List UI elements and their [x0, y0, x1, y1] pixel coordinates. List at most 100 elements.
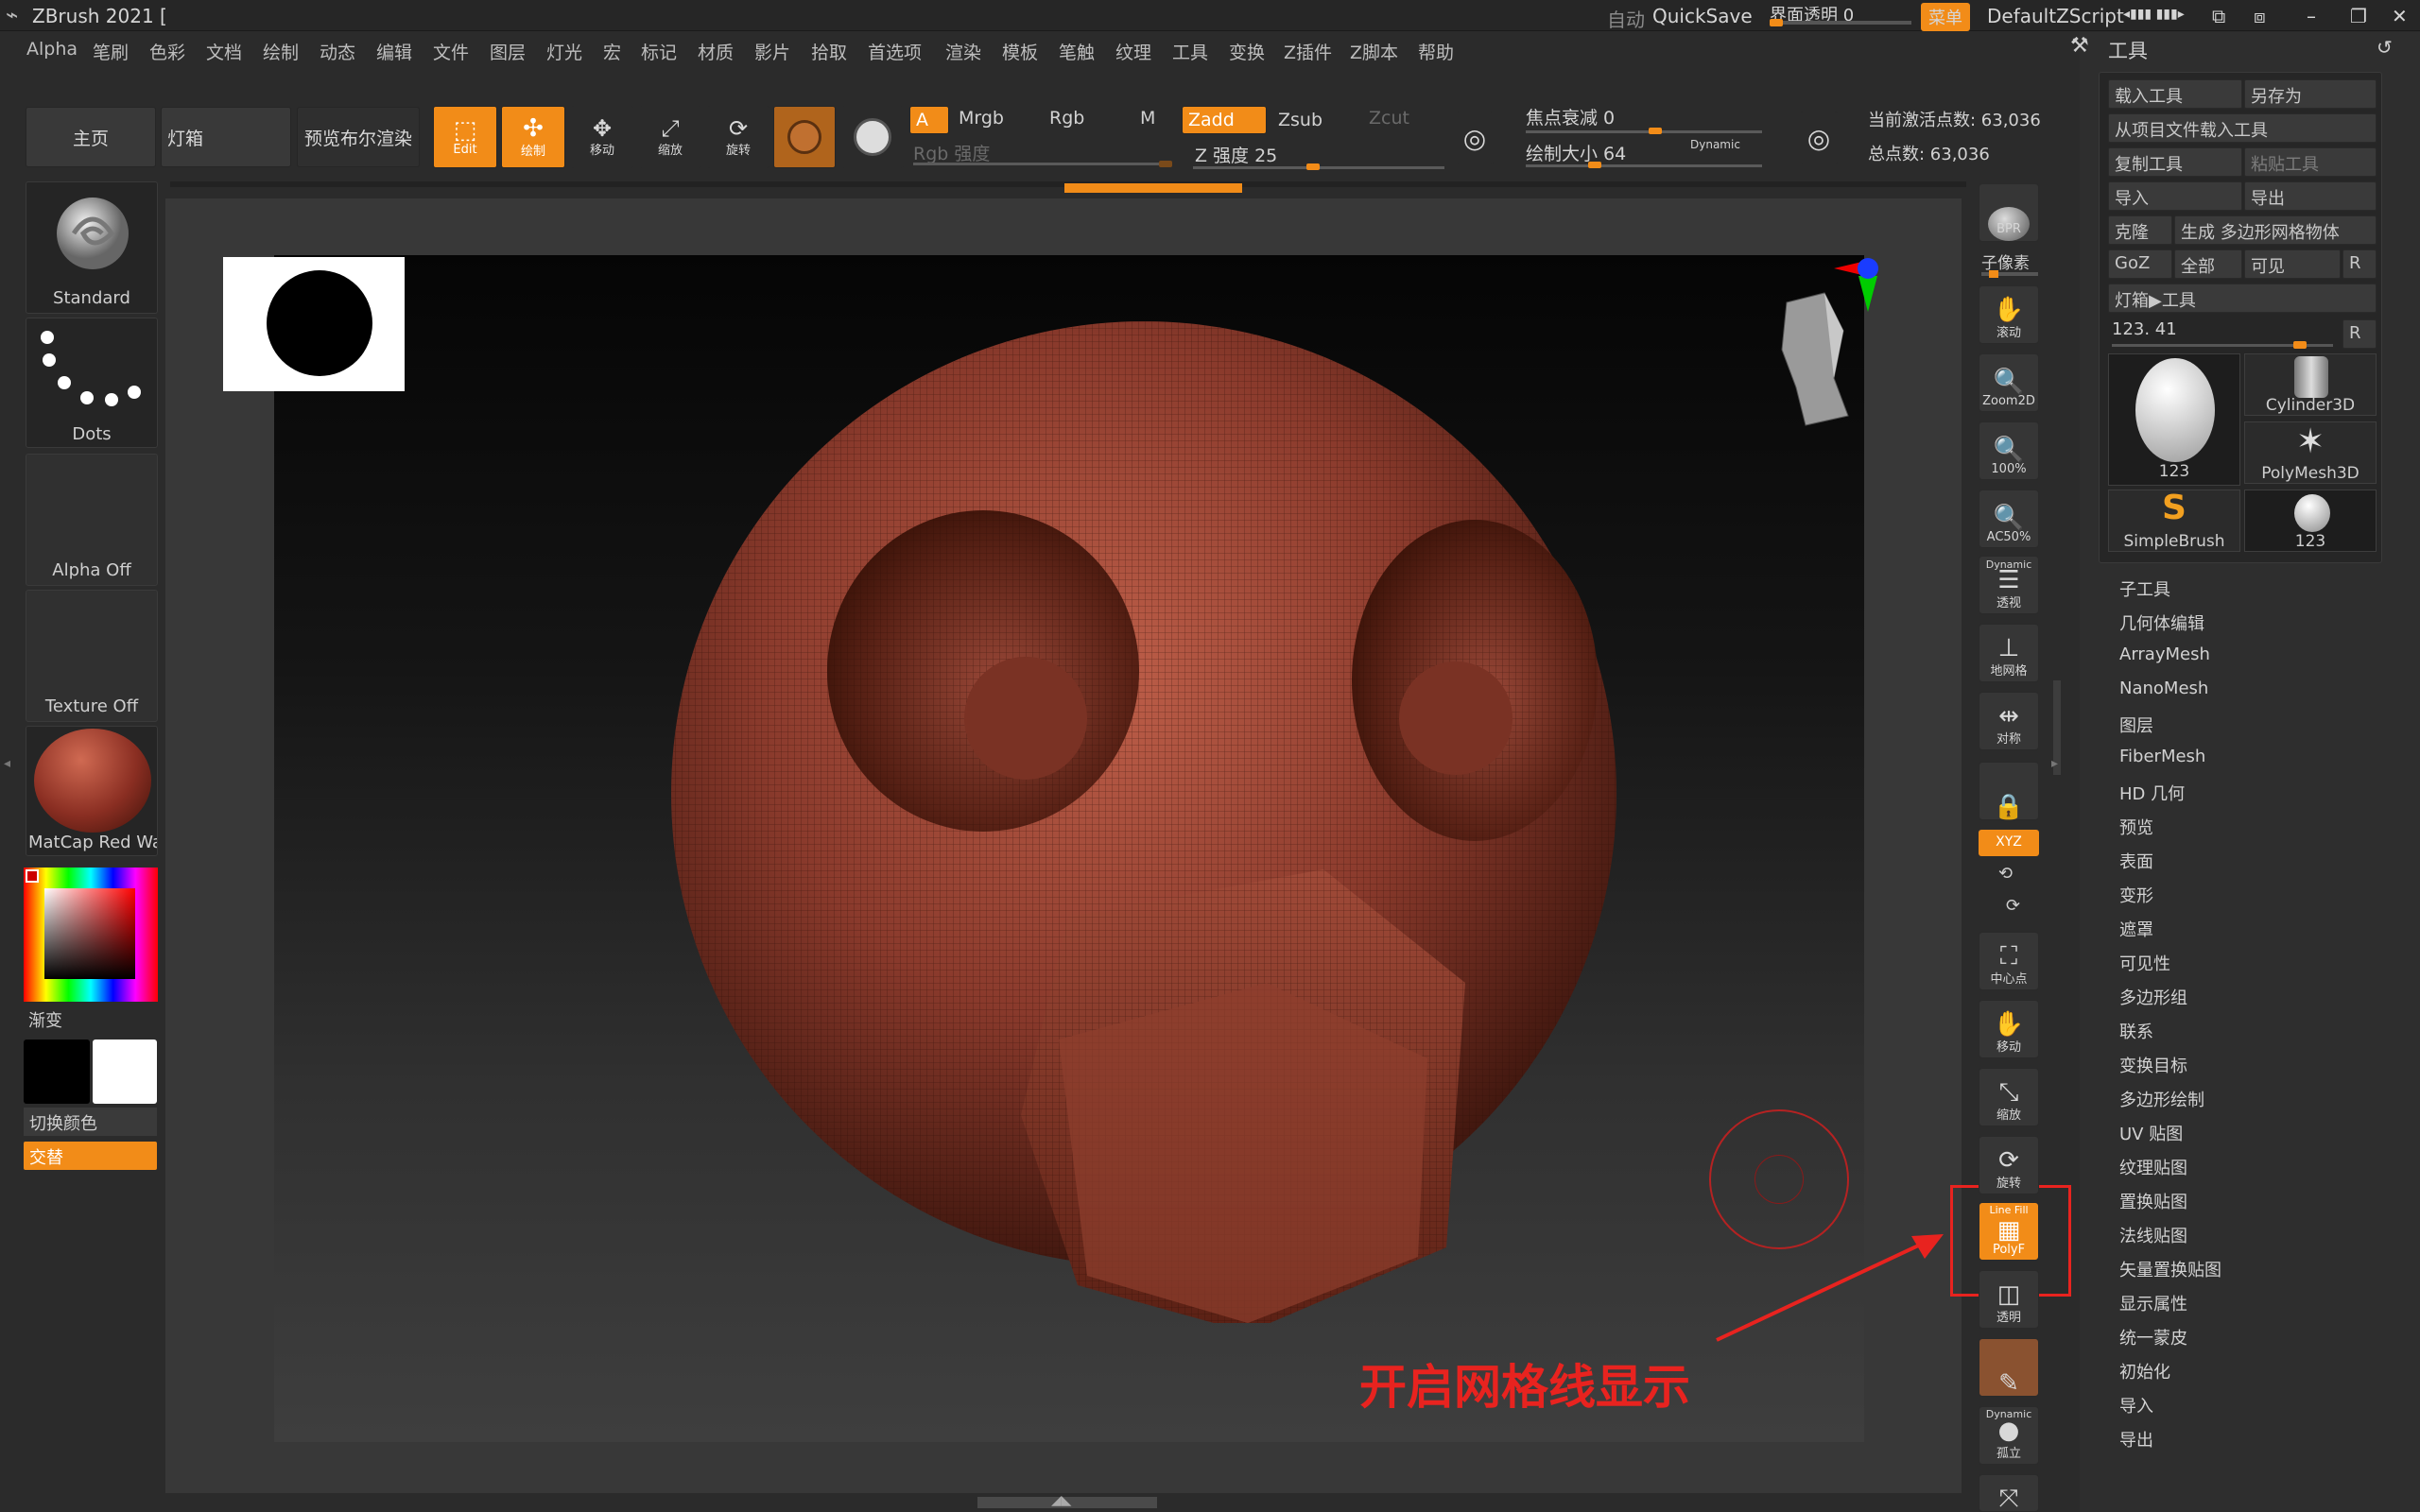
paste-tool-button[interactable]: 粘贴工具: [2244, 147, 2377, 177]
menu-item[interactable]: 纹理: [1115, 39, 1151, 64]
transparency-button[interactable]: ◫ 透明: [1979, 1270, 2039, 1329]
texture-sphere-button[interactable]: [841, 106, 904, 168]
ac50-button[interactable]: 🔍 AC50%: [1979, 490, 2039, 548]
texture-selector[interactable]: Texture Off: [26, 590, 158, 722]
menu-item[interactable]: Alpha: [26, 39, 78, 60]
menu-item[interactable]: 变换: [1229, 39, 1265, 64]
section-polypaint[interactable]: 多边形绘制: [2119, 1087, 2204, 1111]
rotate-mode-button[interactable]: ⟳ 旋转: [707, 106, 769, 168]
menu-item[interactable]: 色彩: [149, 39, 185, 64]
scale-mode-button[interactable]: ⤢ 缩放: [639, 106, 701, 168]
bpr-preview-button[interactable]: 预览布尔渲染: [297, 107, 420, 167]
section-subtool[interactable]: 子工具: [2119, 576, 2170, 601]
draw-size-slider[interactable]: [1526, 164, 1762, 167]
main-color-swatch[interactable]: [24, 1040, 90, 1104]
brush-selector[interactable]: Standard: [26, 181, 158, 314]
dynamic-size-button[interactable]: Dynamic: [1690, 138, 1740, 151]
z-intensity-knob[interactable]: [1306, 163, 1320, 170]
canvas-scroll-arrows-icon[interactable]: ◢◣: [1051, 1493, 1072, 1508]
section-preview[interactable]: 预览: [2119, 815, 2153, 839]
import-button[interactable]: 导入: [2108, 181, 2242, 211]
focal-shift-knob[interactable]: [1649, 128, 1662, 134]
lock-camera-button[interactable]: 🔒: [1979, 762, 2039, 820]
move-view-button[interactable]: ✋ 移动: [1979, 1000, 2039, 1058]
menu-item[interactable]: 影片: [754, 39, 790, 64]
alpha-selector[interactable]: Alpha Off: [26, 454, 158, 586]
section-initialize[interactable]: 初始化: [2119, 1359, 2170, 1383]
draw-size-knob[interactable]: [1588, 162, 1601, 168]
switch-color-button[interactable]: 切换颜色: [24, 1108, 157, 1136]
tool-slider-knob[interactable]: [2293, 341, 2307, 349]
tool-thumb-123[interactable]: 123: [2244, 490, 2377, 552]
tool-thumb-cylinder[interactable]: Cylinder3D: [2244, 353, 2377, 416]
reset-palette-icon[interactable]: ↺: [2377, 36, 2393, 59]
subpixel-knob[interactable]: [1989, 270, 1998, 278]
menu-item[interactable]: 材质: [698, 39, 734, 64]
menu-item[interactable]: 模板: [1002, 39, 1038, 64]
axis-gizmo-icon[interactable]: [1834, 253, 1910, 338]
mrgb-button[interactable]: Mrgb: [959, 108, 1004, 129]
section-export[interactable]: 导出: [2119, 1427, 2153, 1452]
goz-visible-button[interactable]: 可见: [2244, 249, 2341, 279]
section-hd-geometry[interactable]: HD 几何: [2119, 781, 2185, 805]
zadd-button[interactable]: Zadd: [1182, 106, 1267, 134]
lightbox-tools-button[interactable]: 灯箱▶工具: [2108, 284, 2377, 313]
section-morph-target[interactable]: 变换目标: [2119, 1053, 2187, 1077]
section-displacement-map[interactable]: 置换贴图: [2119, 1189, 2187, 1213]
export-button[interactable]: 导出: [2244, 181, 2377, 211]
tool-r-button[interactable]: R: [2342, 319, 2377, 349]
section-polygroups[interactable]: 多边形组: [2119, 985, 2187, 1009]
3d-mesh-model[interactable]: [662, 321, 1645, 1323]
minimize-icon[interactable]: –: [2307, 5, 2316, 27]
symmetry-button[interactable]: ⇹ 对称: [1979, 692, 2039, 750]
material-sphere-button[interactable]: [773, 106, 836, 168]
frame-button[interactable]: ⛶ 中心点: [1979, 932, 2039, 990]
goz-all-button[interactable]: 全部: [2174, 249, 2242, 279]
menu-button[interactable]: 菜单: [1921, 3, 1970, 31]
menu-item[interactable]: 动态: [320, 39, 355, 64]
section-import[interactable]: 导入: [2119, 1393, 2153, 1418]
scale-view-button[interactable]: ⤡ 缩放: [1979, 1068, 2039, 1126]
section-surface[interactable]: 表面: [2119, 849, 2153, 873]
menu-item[interactable]: 拾取: [811, 39, 847, 64]
section-geometry[interactable]: 几何体编辑: [2119, 610, 2204, 635]
tool-thumb-current[interactable]: 123: [2108, 353, 2240, 486]
menu-item[interactable]: 文件: [433, 39, 469, 64]
shelf-scroll-indicator[interactable]: [1064, 183, 1242, 193]
menu-item[interactable]: 编辑: [376, 39, 412, 64]
save-as-button[interactable]: 另存为: [2244, 79, 2377, 109]
menu-item[interactable]: 文档: [206, 39, 242, 64]
section-arraymesh[interactable]: ArrayMesh: [2119, 644, 2210, 664]
color-picker[interactable]: [24, 868, 158, 1002]
layout-toggle-icon[interactable]: ◂▮▮▮ ▮▮▮▸: [2123, 7, 2185, 22]
ghost-button[interactable]: ✎: [1979, 1338, 2039, 1397]
scroll-button[interactable]: ✋ 滚动: [1979, 285, 2039, 344]
lightbox-button[interactable]: 灯箱: [161, 107, 291, 167]
section-uv-map[interactable]: UV 贴图: [2119, 1121, 2183, 1145]
xyz-rotation-button[interactable]: XYZ: [1979, 830, 2039, 856]
menu-item[interactable]: 宏: [603, 39, 621, 64]
close-icon[interactable]: ✕: [2392, 5, 2408, 27]
section-masking[interactable]: 遮罩: [2119, 917, 2153, 941]
alternate-button[interactable]: 交替: [24, 1142, 157, 1170]
menu-item[interactable]: 笔触: [1059, 39, 1095, 64]
tool-thumb-polymesh[interactable]: ✶ PolyMesh3D: [2244, 421, 2377, 484]
menu-item[interactable]: 绘制: [263, 39, 299, 64]
interface-opacity-knob[interactable]: [1770, 19, 1783, 26]
section-unified-skin[interactable]: 统一蒙皮: [2119, 1325, 2187, 1349]
rgb-intensity-slider[interactable]: [913, 163, 1172, 165]
restore-icon[interactable]: ❐: [2350, 5, 2367, 27]
layout-icon-2[interactable]: ⧈: [2254, 5, 2266, 27]
dynamic-mode-icon[interactable]: ◎: [1800, 112, 1838, 164]
menu-item[interactable]: 笔刷: [93, 39, 129, 64]
menu-item[interactable]: 标记: [641, 39, 677, 64]
left-tray-collapse-icon[interactable]: ◂: [4, 756, 10, 771]
section-fibermesh[interactable]: FiberMesh: [2119, 747, 2205, 766]
section-vector-displacement-map[interactable]: 矢量置换贴图: [2119, 1257, 2221, 1281]
rotate-z-icon[interactable]: ⟳: [2006, 896, 2020, 916]
zoom2d-button[interactable]: 🔍 Zoom2D: [1979, 353, 2039, 412]
menu-item[interactable]: Z插件: [1284, 39, 1332, 64]
color-sv-square[interactable]: [44, 888, 135, 979]
menu-item[interactable]: 灯光: [546, 39, 582, 64]
section-layers[interactable]: 图层: [2119, 713, 2153, 737]
